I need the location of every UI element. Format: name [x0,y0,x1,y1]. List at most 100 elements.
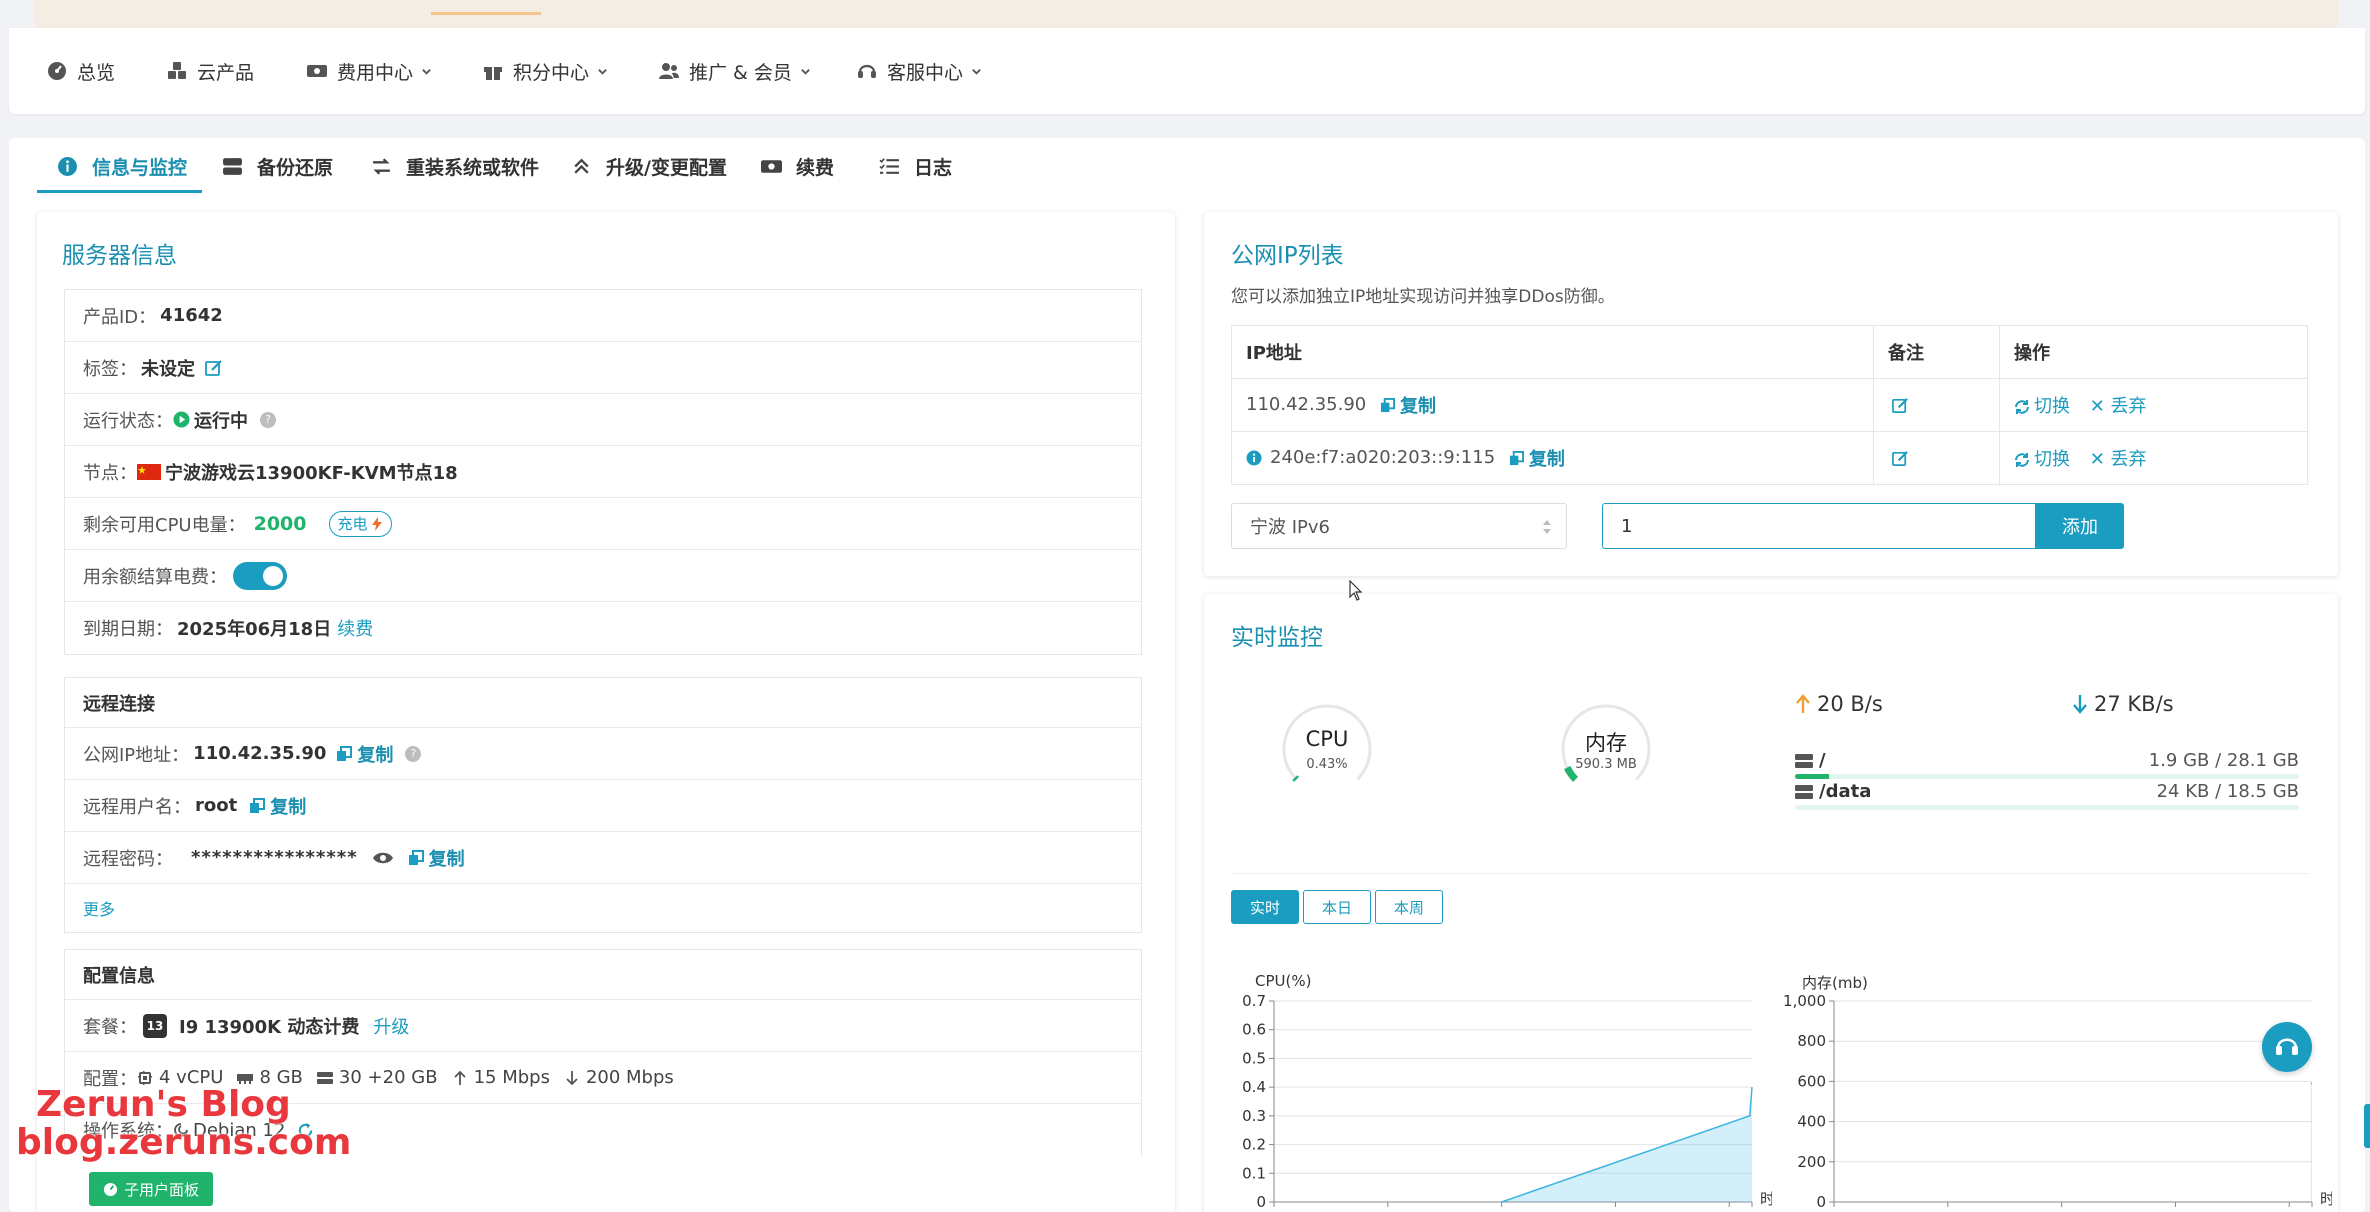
actions-cell: 切换 ✕ 丢弃 [1999,378,2308,432]
renew-link[interactable]: 续费 [337,615,373,641]
ip-count-value: 1 [1621,515,1633,537]
package-label: 套餐： [83,1016,137,1038]
nav-overview[interactable]: 总览 [47,28,115,114]
upload-value: 15 Mbps [473,1067,550,1088]
more-link[interactable]: 更多 [83,896,115,920]
nav-promotion[interactable]: 推广 & 会员 [659,28,811,114]
gift-icon [484,67,502,80]
table-row: 240e:f7:a020:203::9:115 复制 切换 ✕ 丢弃 [1231,431,2308,485]
ip-count-input[interactable]: 1 [1602,503,2036,549]
cpu-chart-y-tick-label: 0.2 [1242,1136,1266,1154]
tag-value: 未设定 [141,358,195,380]
detail-tabs: 信息与监控 备份还原 重装系统或软件 升级/变更配置 续费 日志 [9,138,2365,194]
discard-button[interactable]: ✕ 丢弃 [2090,449,2147,470]
switch-button[interactable]: 切换 [2014,449,2070,470]
upload-spec: 15 Mbps [452,1067,550,1088]
eye-icon[interactable] [372,850,394,866]
discard-button[interactable]: ✕ 丢弃 [2090,396,2147,417]
cpu-chart-y-tick-label: 0.6 [1242,1021,1266,1039]
edit-icon[interactable] [205,359,223,377]
range-realtime-button[interactable]: 实时 [1231,890,1299,924]
range-week-button[interactable]: 本周 [1375,890,1443,924]
disk-data-mount-label: /data [1819,781,1872,802]
arrow-up-icon [1796,694,1810,713]
top-strip [34,0,2339,28]
nav-overview-label: 总览 [77,61,116,84]
server-icon [223,157,242,175]
memory-chart-y-tick-label: 600 [1797,1072,1826,1090]
edit-icon[interactable] [1892,397,1909,414]
main-panel: 信息与监控 备份还原 重装系统或软件 升级/变更配置 续费 日志 服务器信息 产 [9,138,2365,1212]
copy-label: 复制 [270,796,307,818]
disk-root-mount: / [1795,750,1826,771]
ip-list-card: 公网IP列表 您可以添加独立IP地址实现访问并独享DDos防御。 IP地址 备注… [1204,212,2338,576]
balance-label: 用余额结算电费： [83,566,227,588]
switch-label: 切换 [2034,449,2070,470]
upgrade-link[interactable]: 升级 [373,1013,409,1039]
col-ip: IP地址 [1231,325,1874,379]
col-actions: 操作 [1999,325,2308,379]
tab-backup-label: 备份还原 [257,156,334,179]
users-icon [659,63,679,79]
help-icon[interactable]: ? [405,745,422,762]
tab-reinstall[interactable]: 重装系统或软件 [371,138,539,194]
balance-toggle[interactable] [233,561,287,590]
tab-reinstall-label: 重装系统或软件 [406,156,540,179]
close-icon: ✕ [2089,396,2111,417]
copy-password-button[interactable]: 复制 [408,845,465,871]
sync-icon [2015,400,2029,414]
nav-support[interactable]: 客服中心 [857,28,982,114]
node-label: 节点： [83,462,137,484]
ip-list-title: 公网IP列表 [1231,243,1344,269]
chevron-down-icon [801,68,810,75]
tab-backup[interactable]: 备份还原 [222,138,333,194]
nav-promotion-label: 推广 & 会员 [689,61,792,84]
remote-user-label: 远程用户名： [83,796,191,818]
memory-chart-y-tick-label: 800 [1797,1032,1826,1050]
discard-label: 丢弃 [2110,449,2147,470]
memory-chart-title: 内存(mb) [1802,974,1868,992]
copy-user-button[interactable]: 复制 [249,793,306,819]
play-circle-icon [173,411,190,428]
edit-icon[interactable] [1892,450,1909,467]
expire-value: 2025年06月18日 [177,619,332,640]
nav-cloud-products[interactable]: 云产品 [167,28,254,114]
copy-ip-button[interactable]: 复制 [1509,445,1565,471]
ip-value: 240e:f7:a020:203::9:115 [1270,447,1496,468]
ip-region-select[interactable]: 宁波 IPv6 [1231,503,1567,549]
tab-upgrade[interactable]: 升级/变更配置 [571,138,727,194]
remote-block: 远程连接 公网IP地址： 110.42.35.90 复制 ? 远程用户名： root… [64,677,1142,933]
info-icon[interactable] [1246,450,1262,466]
help-icon[interactable]: ? [260,411,276,428]
remote-password-label: 远程密码： [83,848,173,870]
support-chat-button[interactable] [2262,1022,2312,1072]
tab-info-monitor[interactable]: 信息与监控 [57,138,187,194]
charge-button[interactable]: 充电 [328,510,392,537]
copy-ip-button[interactable]: 复制 [1380,392,1436,418]
switch-label: 切换 [2034,396,2070,417]
disk-data-usage: 24 KB / 18.5 GB [2156,781,2299,802]
download-value: 200 Mbps [585,1067,674,1088]
copy-label: 复制 [428,848,465,870]
close-icon: ✕ [2089,449,2111,470]
download-spec: 200 Mbps [564,1067,674,1088]
top-accent [431,12,541,15]
tab-renew[interactable]: 续费 [761,138,834,194]
package-row: 套餐： 13 I9 13900K 动态计费 升级 [65,1000,1141,1052]
side-panel-handle[interactable] [2364,1104,2370,1148]
upload-speed: 20 B/s [1795,692,1883,716]
cpu-power-row: 剩余可用CPU电量： 2000 充电 [65,498,1141,550]
add-ip-button[interactable]: 添加 [2036,503,2124,549]
nav-points[interactable]: 积分中心 [483,28,608,114]
ip-value: 110.42.35.90 [1246,394,1367,415]
range-today-button[interactable]: 本日 [1303,890,1371,924]
memory-chart-y-tick-label: 1,000 [1783,994,1826,1010]
sub-user-panel-button[interactable]: 子用户面板 [89,1172,214,1206]
cpu-gauge-value: 0.43% [1306,757,1348,772]
nav-billing[interactable]: 费用中心 [307,28,432,114]
copy-ip-button[interactable]: 复制 [336,741,393,767]
remote-user-row: 远程用户名： root 复制 [65,780,1141,832]
switch-button[interactable]: 切换 [2014,396,2070,417]
tab-logs[interactable]: 日志 [879,138,952,194]
charge-label: 充电 [337,515,368,533]
